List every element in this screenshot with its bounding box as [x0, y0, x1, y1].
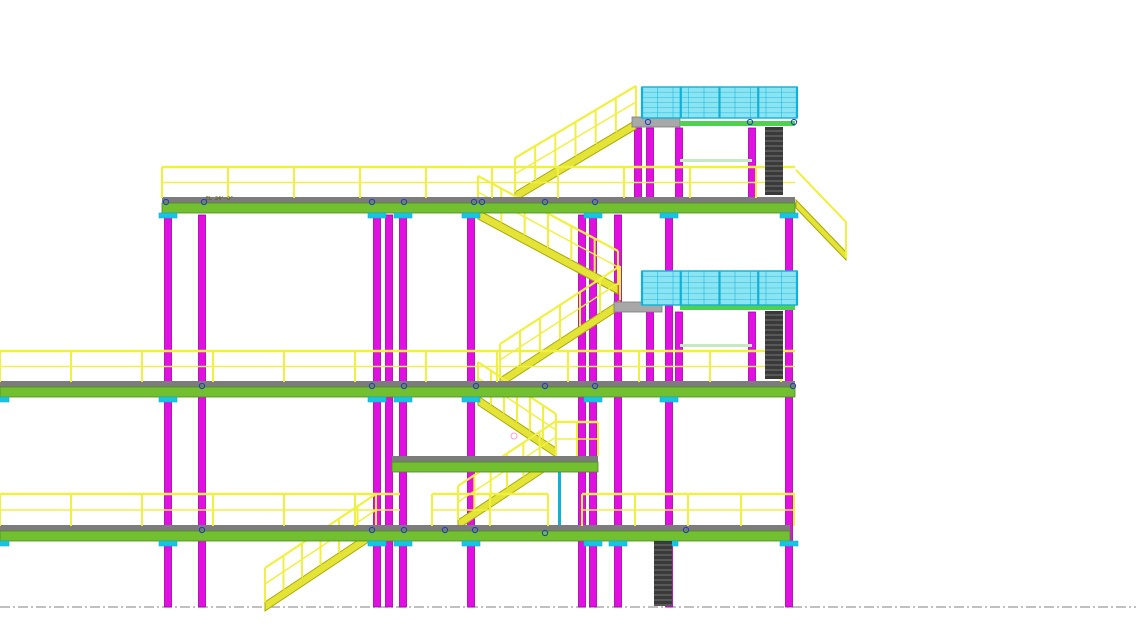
- deck-beam: [0, 530, 791, 542]
- steel-column: [399, 214, 407, 608]
- steel-column: [467, 214, 475, 608]
- cad-viewport[interactable]: EL 24'-0": [0, 0, 1136, 639]
- base-plate: [393, 212, 413, 219]
- base-plate: [608, 540, 628, 547]
- base-plate: [158, 396, 178, 403]
- steel-column: [164, 214, 172, 608]
- deck-beam: [0, 386, 796, 398]
- base-plate: [367, 540, 387, 547]
- base-plate: [461, 540, 481, 547]
- base-plate: [393, 540, 413, 547]
- structural-elevation-drawing[interactable]: [0, 0, 1136, 639]
- base-plate: [583, 540, 603, 547]
- tie-beam: [680, 159, 752, 162]
- deck-beam: [161, 202, 796, 214]
- base-plate: [158, 540, 178, 547]
- deck-beam: [391, 461, 599, 473]
- steel-column: [646, 311, 654, 385]
- steel-column: [385, 214, 393, 608]
- steel-column: [373, 214, 381, 608]
- deck-elevation-tag: EL 24'-0": [206, 196, 234, 202]
- steel-column: [198, 214, 206, 608]
- pipe-riser: [558, 470, 561, 528]
- deck-grating: [0, 525, 790, 531]
- base-plate: [583, 396, 603, 403]
- steel-column: [675, 127, 683, 199]
- platform-beam: [680, 121, 795, 126]
- steel-column: [748, 127, 756, 199]
- deck-grating: [392, 456, 598, 462]
- egress-stair-stringer: [795, 198, 847, 262]
- base-plate: [659, 212, 679, 219]
- steel-column: [634, 127, 642, 199]
- base-plate: [461, 396, 481, 403]
- base-plate: [393, 396, 413, 403]
- deck-grating: [162, 197, 795, 203]
- steel-column: [748, 311, 756, 385]
- base-plate: [0, 396, 10, 403]
- deck-grating: [0, 381, 795, 387]
- base-plate: [367, 212, 387, 219]
- base-plate: [583, 212, 603, 219]
- base-plate: [659, 396, 679, 403]
- base-plate: [779, 212, 799, 219]
- base-plate: [779, 540, 799, 547]
- base-plate: [0, 540, 10, 547]
- ladder-body: [654, 541, 672, 606]
- base-plate: [367, 396, 387, 403]
- tie-beam: [680, 344, 752, 347]
- steel-column: [675, 311, 683, 385]
- platform-beam: [680, 305, 795, 310]
- marker-icon: [510, 432, 518, 440]
- base-plate: [158, 212, 178, 219]
- steel-column: [646, 127, 654, 199]
- base-plate: [461, 212, 481, 219]
